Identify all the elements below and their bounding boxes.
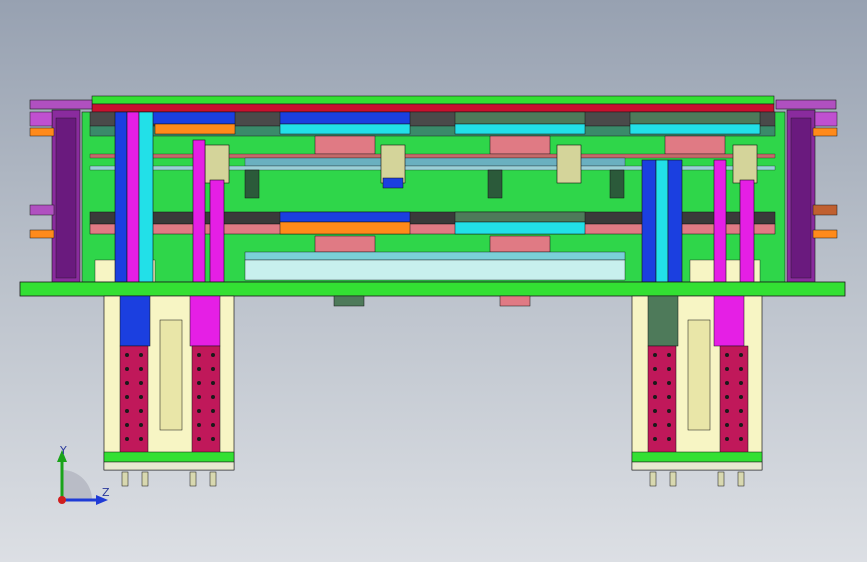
bolt-hole [667, 409, 671, 413]
bolt-hole [139, 353, 143, 357]
bolt-hole [653, 395, 657, 399]
bolt-hole [725, 395, 729, 399]
bolt-hole [125, 353, 129, 357]
bolt-hole [739, 437, 743, 441]
bolt-hole [197, 423, 201, 427]
bolt-hole [125, 437, 129, 441]
bolt-hole [125, 367, 129, 371]
bolt-hole [211, 437, 215, 441]
bolt-hole [653, 381, 657, 385]
bolt-hole [739, 367, 743, 371]
bolt-hole [739, 395, 743, 399]
bolt-hole [211, 409, 215, 413]
bolt-hole [667, 367, 671, 371]
bolt-hole [197, 437, 201, 441]
bolt-hole [125, 423, 129, 427]
left-side-column [29, 109, 81, 283]
right-side-column [786, 109, 838, 283]
bolt-hole [139, 423, 143, 427]
bolt-hole [725, 423, 729, 427]
bolt-hole [653, 367, 657, 371]
bolt-hole [725, 381, 729, 385]
leveling-foot [717, 471, 725, 487]
triad-quadrant [62, 470, 92, 500]
cad-viewport[interactable]: Y Z [0, 0, 867, 562]
bolt-hole [667, 395, 671, 399]
bolt-hole [725, 367, 729, 371]
bolt-hole [197, 395, 201, 399]
leveling-foot [209, 471, 217, 487]
axis-triad[interactable]: Y Z [52, 440, 112, 510]
bolt-hole [653, 353, 657, 357]
leveling-foot [141, 471, 149, 487]
bolt-hole [653, 409, 657, 413]
bolt-hole [211, 381, 215, 385]
bolt-hole [653, 423, 657, 427]
bolt-hole [211, 395, 215, 399]
bolt-hole [211, 423, 215, 427]
bolt-hole [725, 353, 729, 357]
bolt-hole [667, 437, 671, 441]
bolt-hole [197, 353, 201, 357]
bolt-hole [653, 437, 657, 441]
top-frame [29, 95, 837, 114]
bolt-hole [739, 353, 743, 357]
bolt-hole [139, 381, 143, 385]
bolt-hole [125, 395, 129, 399]
bolt-hole [139, 367, 143, 371]
z-axis-label: Z [102, 486, 110, 499]
bolt-hole [197, 381, 201, 385]
leveling-foot [121, 471, 129, 487]
bolt-hole [197, 367, 201, 371]
bolt-hole [211, 353, 215, 357]
bolt-hole [725, 437, 729, 441]
bolt-hole [739, 423, 743, 427]
bolt-hole [125, 381, 129, 385]
leveling-foot [669, 471, 677, 487]
bolt-hole [739, 381, 743, 385]
bolt-hole [125, 409, 129, 413]
y-axis-label: Y [59, 444, 67, 457]
leveling-foot [737, 471, 745, 487]
bolt-hole [667, 353, 671, 357]
bolt-hole [725, 409, 729, 413]
bolt-hole [139, 437, 143, 441]
assembly-model[interactable] [0, 0, 867, 562]
bolt-hole [211, 367, 215, 371]
bolt-hole [739, 409, 743, 413]
leveling-foot [189, 471, 197, 487]
bolt-hole [197, 409, 201, 413]
leveling-foot [649, 471, 657, 487]
bolt-hole [139, 409, 143, 413]
bolt-hole [139, 395, 143, 399]
origin-icon [58, 496, 66, 504]
bolt-hole [667, 381, 671, 385]
bolt-hole [667, 423, 671, 427]
